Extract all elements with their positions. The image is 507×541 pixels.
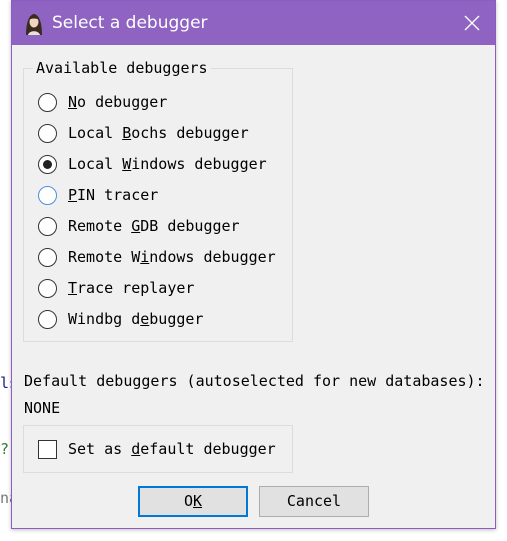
radio-button-focused[interactable] <box>38 185 57 205</box>
default-debuggers-value: NONE <box>24 399 61 417</box>
radio-windbg-debugger[interactable]: Windbg debugger <box>38 307 203 331</box>
checkbox-label: Set as default debugger <box>68 440 276 458</box>
radio-remote-windows-debugger[interactable]: Remote Windows debugger <box>38 245 276 269</box>
radio-label: PIN tracer <box>68 186 159 204</box>
radio-label: No debugger <box>68 93 168 111</box>
set-default-checkbox[interactable] <box>38 439 57 459</box>
radio-button[interactable] <box>38 247 57 267</box>
background-text-fragment: ls <box>0 374 11 392</box>
debugger-dialog: Select a debugger Available debuggers No… <box>11 0 496 529</box>
ida-avatar-icon <box>22 11 46 35</box>
radio-button[interactable] <box>38 309 57 329</box>
radio-no-debugger[interactable]: No debugger <box>38 90 167 114</box>
set-default-group: Set as default debugger <box>23 425 293 473</box>
radio-button[interactable] <box>38 216 57 236</box>
title-bar[interactable]: Select a debugger <box>12 1 495 45</box>
radio-label: Local Windows debugger <box>68 155 267 173</box>
background-text-fragment: na <box>0 489 11 507</box>
radio-button[interactable] <box>38 278 57 298</box>
radio-label: Remote Windows debugger <box>68 248 276 266</box>
set-default-checkbox-row[interactable]: Set as default debugger <box>38 438 276 460</box>
radio-button[interactable] <box>38 123 57 143</box>
cancel-button[interactable]: Cancel <box>259 486 369 517</box>
group-legend: Available debuggers <box>33 59 211 77</box>
radio-pin-tracer[interactable]: PIN tracer <box>38 183 158 207</box>
radio-label: Local Bochs debugger <box>68 124 249 142</box>
close-icon <box>464 15 480 31</box>
default-debuggers-label: Default debuggers (autoselected for new … <box>24 372 485 390</box>
radio-dot <box>43 159 52 169</box>
close-button[interactable] <box>449 1 495 45</box>
radio-button[interactable] <box>38 92 57 112</box>
radio-label: Trace replayer <box>68 279 195 297</box>
dialog-title: Select a debugger <box>52 13 208 33</box>
radio-label: Windbg debugger <box>68 310 204 328</box>
ok-button[interactable]: OK <box>138 486 248 517</box>
radio-local-bochs-debugger[interactable]: Local Bochs debugger <box>38 121 249 145</box>
radio-button-selected[interactable] <box>38 154 57 174</box>
radio-local-windows-debugger[interactable]: Local Windows debugger <box>38 152 267 176</box>
radio-trace-replayer[interactable]: Trace replayer <box>38 276 194 300</box>
available-debuggers-group: Available debuggers No debugger Local Bo… <box>23 59 293 342</box>
radio-label: Remote GDB debugger <box>68 217 240 235</box>
radio-remote-gdb-debugger[interactable]: Remote GDB debugger <box>38 214 240 238</box>
background-text-fragment: ? <box>0 440 10 458</box>
